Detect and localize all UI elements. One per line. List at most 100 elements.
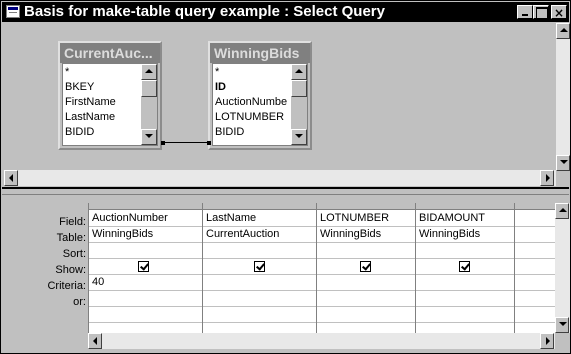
- table-box-winningbids[interactable]: WinningBids * ID AuctionNumbe LOTNUMBER …: [208, 41, 312, 150]
- show-checkbox[interactable]: [360, 261, 371, 272]
- grid-vertical-scrollbar[interactable]: [555, 203, 570, 333]
- field-list-scrollbar[interactable]: [291, 64, 307, 145]
- field-list[interactable]: * ID AuctionNumbe LOTNUMBER BIDID: [212, 63, 308, 146]
- table-title[interactable]: CurrentAuc...: [60, 43, 160, 63]
- maximize-button[interactable]: [533, 5, 549, 19]
- grid-column[interactable]: AuctionNumber WinningBids 40: [89, 203, 203, 333]
- sort-cell[interactable]: [515, 243, 555, 259]
- show-cell[interactable]: [515, 259, 555, 275]
- sort-cell[interactable]: [203, 243, 316, 259]
- field-item[interactable]: BKEY: [65, 81, 94, 94]
- scroll-left-button[interactable]: [4, 170, 18, 186]
- column-selector[interactable]: [203, 203, 316, 210]
- grid-column[interactable]: BIDAMOUNT WinningBids: [416, 203, 515, 333]
- design-grid-pane: Field: Table: Sort: Show: Criteria: or: …: [4, 196, 570, 353]
- scroll-right-button[interactable]: [540, 333, 554, 349]
- scroll-up-button[interactable]: [555, 203, 569, 219]
- table-pane-vertical-scrollbar[interactable]: [556, 23, 570, 171]
- scroll-down-button[interactable]: [555, 317, 569, 333]
- minimize-button[interactable]: [517, 5, 533, 19]
- criteria-cell[interactable]: 40: [89, 275, 202, 291]
- or-cell[interactable]: [317, 291, 415, 307]
- field-cell[interactable]: LastName: [203, 211, 316, 227]
- table-cell[interactable]: WinningBids: [89, 227, 202, 243]
- column-selector[interactable]: [416, 203, 514, 210]
- pane-splitter[interactable]: [2, 187, 569, 195]
- column-selector[interactable]: [317, 203, 415, 210]
- criteria-cell[interactable]: [203, 275, 316, 291]
- or-cell[interactable]: [203, 291, 316, 307]
- table-pane-horizontal-scrollbar[interactable]: [4, 170, 556, 186]
- grid-column[interactable]: LastName CurrentAuction: [203, 203, 317, 333]
- or-cell-extra[interactable]: [515, 307, 555, 323]
- table-cell[interactable]: CurrentAuction: [203, 227, 316, 243]
- table-title[interactable]: WinningBids: [210, 43, 310, 63]
- field-item[interactable]: LastName: [65, 111, 115, 124]
- scroll-up-button[interactable]: [291, 64, 307, 80]
- field-item[interactable]: *: [215, 66, 219, 79]
- table-cell[interactable]: [515, 227, 555, 243]
- field-cell[interactable]: AuctionNumber: [89, 211, 202, 227]
- field-cell[interactable]: LOTNUMBER: [317, 211, 415, 227]
- scroll-up-button[interactable]: [141, 64, 157, 80]
- grid-column[interactable]: LOTNUMBER WinningBids: [317, 203, 416, 333]
- column-selector[interactable]: [515, 203, 555, 210]
- field-list[interactable]: * BKEY FirstName LastName BIDID: [62, 63, 158, 146]
- show-cell[interactable]: [416, 259, 514, 275]
- sort-cell[interactable]: [89, 243, 202, 259]
- column-selector[interactable]: [89, 203, 202, 210]
- scroll-thumb[interactable]: [291, 80, 307, 97]
- field-list-scrollbar[interactable]: [141, 64, 157, 145]
- table-cell[interactable]: WinningBids: [317, 227, 415, 243]
- criteria-cell[interactable]: [317, 275, 415, 291]
- table-box-currentauction[interactable]: CurrentAuc... * BKEY FirstName LastName …: [58, 41, 162, 150]
- field-item[interactable]: LOTNUMBER: [215, 111, 284, 124]
- scroll-down-button[interactable]: [291, 129, 307, 145]
- table-cell[interactable]: WinningBids: [416, 227, 514, 243]
- field-cell[interactable]: BIDAMOUNT: [416, 211, 514, 227]
- field-item[interactable]: BIDID: [65, 126, 94, 139]
- field-item[interactable]: FirstName: [65, 96, 116, 109]
- or-cell[interactable]: [515, 291, 555, 307]
- scroll-down-button[interactable]: [556, 155, 570, 171]
- field-item-primary-key[interactable]: ID: [215, 81, 226, 94]
- down-arrow-icon: [145, 134, 153, 138]
- row-label-sort: Sort:: [62, 248, 86, 260]
- criteria-cell[interactable]: [515, 275, 555, 291]
- or-cell[interactable]: [89, 291, 202, 307]
- show-checkbox[interactable]: [254, 261, 265, 272]
- field-cell[interactable]: [515, 211, 555, 227]
- scroll-thumb[interactable]: [141, 80, 157, 97]
- grid-column-empty[interactable]: [515, 203, 555, 333]
- join-line[interactable]: [163, 142, 209, 143]
- or-cell-extra[interactable]: [89, 307, 202, 323]
- table-pane[interactable]: CurrentAuc... * BKEY FirstName LastName …: [4, 23, 556, 170]
- show-cell[interactable]: [203, 259, 316, 275]
- field-item[interactable]: AuctionNumbe: [215, 96, 287, 109]
- or-cell-extra[interactable]: [416, 307, 514, 323]
- row-label-or: or:: [73, 296, 86, 308]
- scroll-down-button[interactable]: [141, 129, 157, 145]
- sort-cell[interactable]: [317, 243, 415, 259]
- field-item[interactable]: BIDID: [215, 126, 244, 139]
- query-design-grid[interactable]: AuctionNumber WinningBids 40 LastName Cu…: [88, 203, 555, 333]
- or-cell-extra[interactable]: [203, 307, 316, 323]
- query-window-icon[interactable]: [6, 5, 20, 18]
- title-bar[interactable]: Basis for make-table query example : Sel…: [2, 2, 569, 22]
- or-cell[interactable]: [416, 291, 514, 307]
- close-button[interactable]: ×: [551, 5, 567, 20]
- scroll-up-button[interactable]: [556, 23, 570, 39]
- sort-cell[interactable]: [416, 243, 514, 259]
- row-label-field: Field:: [59, 216, 86, 228]
- grid-horizontal-scrollbar[interactable]: [88, 333, 555, 349]
- or-cell-extra[interactable]: [317, 307, 415, 323]
- scroll-left-button[interactable]: [88, 333, 102, 349]
- criteria-cell[interactable]: [416, 275, 514, 291]
- show-checkbox[interactable]: [138, 261, 149, 272]
- scroll-right-button[interactable]: [540, 170, 554, 186]
- show-cell[interactable]: [89, 259, 202, 275]
- show-checkbox[interactable]: [459, 261, 470, 272]
- show-cell[interactable]: [317, 259, 415, 275]
- field-item[interactable]: *: [65, 66, 69, 79]
- right-arrow-icon: [546, 174, 550, 182]
